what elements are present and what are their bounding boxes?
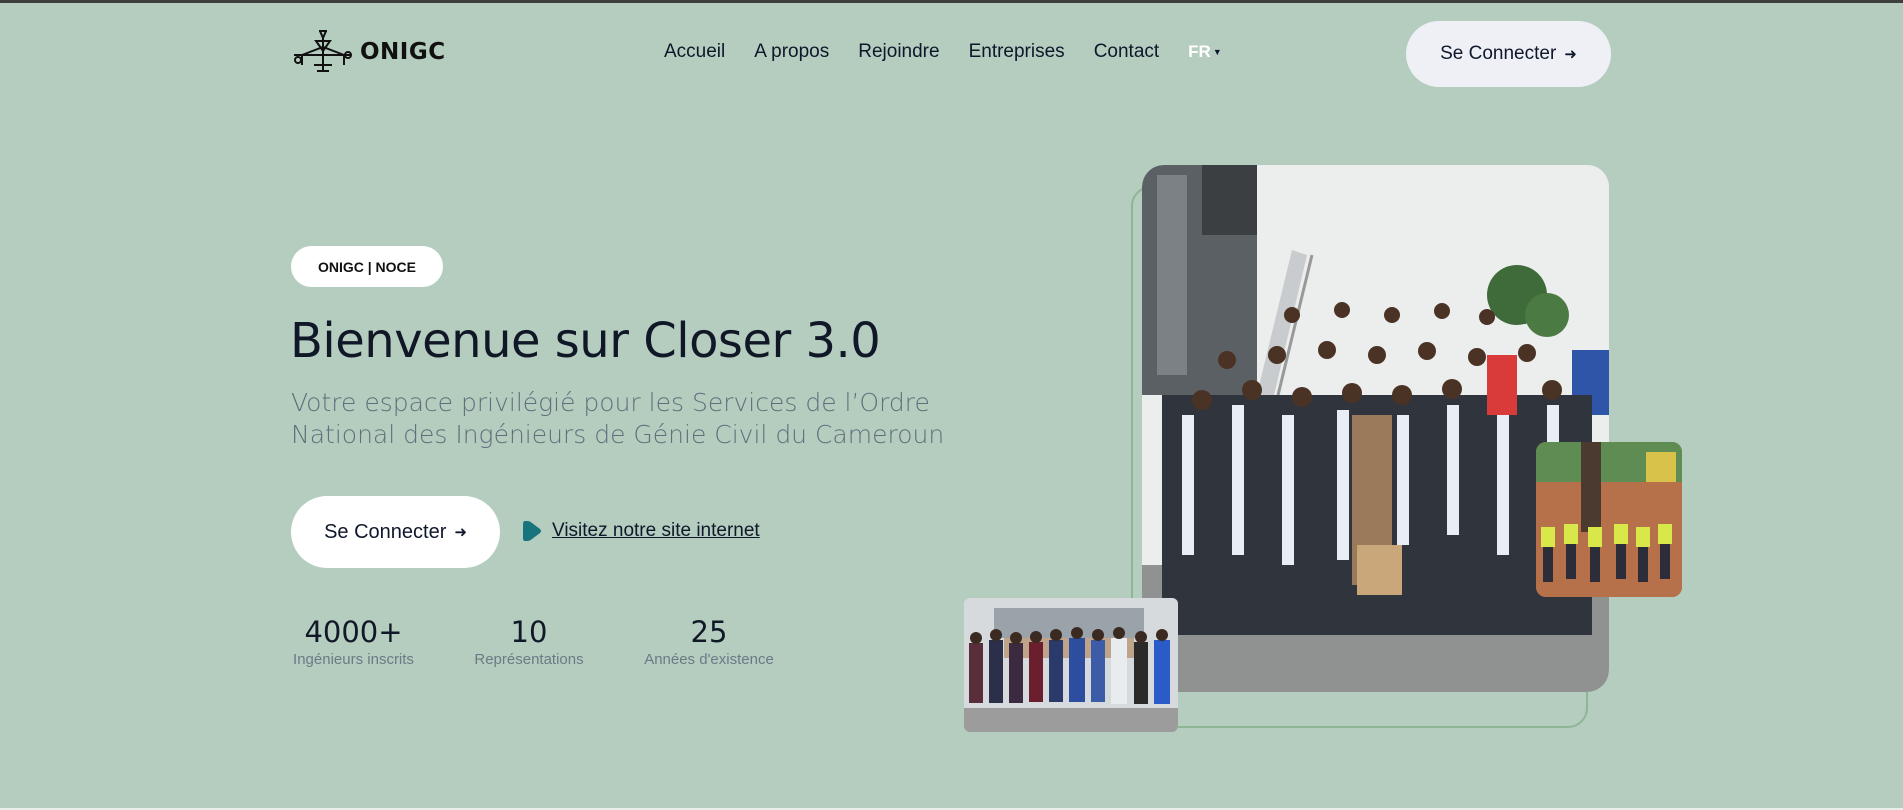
play-icon [523, 521, 541, 541]
caret-down-icon: ▼ [1212, 47, 1222, 57]
main-nav: Accueil A propos Rejoindre Entreprises C… [664, 41, 1222, 63]
hero-badge: ONIGC | NOCE [291, 246, 443, 287]
construction-photo-image [1536, 442, 1682, 597]
logo-text: ONIGC [360, 39, 446, 65]
hero-login-label: Se Connecter [324, 520, 447, 543]
stat-years: 25 Années d'existence [642, 615, 776, 668]
stat-label: Représentations [474, 651, 584, 668]
stat-representations: 10 Représentations [472, 615, 586, 668]
visit-website-link[interactable]: Visitez notre site internet [522, 519, 760, 543]
hero-login-button[interactable]: Se Connecter ➜ [291, 496, 500, 568]
stat-value: 25 [690, 615, 728, 649]
arrow-right-icon: ➜ [454, 524, 467, 541]
visit-website-label: Visitez notre site internet [552, 520, 760, 541]
nav-entreprises[interactable]: Entreprises [969, 41, 1065, 63]
stat-label: Ingénieurs inscrits [293, 651, 414, 668]
language-label: FR [1188, 42, 1211, 61]
delegation-photo [964, 598, 1178, 732]
stat-engineers: 4000+ Ingénieurs inscrits [290, 615, 417, 668]
construction-site-photo [1536, 442, 1682, 597]
stat-value: 4000+ [304, 615, 403, 649]
header-login-label: Se Connecter [1440, 43, 1557, 64]
arrow-right-icon: ➜ [1564, 46, 1577, 63]
site-header: ONIGC Accueil A propos Rejoindre Entrepr… [0, 3, 1903, 103]
nav-contact[interactable]: Contact [1094, 41, 1159, 63]
onigc-logo-icon [294, 30, 352, 72]
stat-label: Années d'existence [644, 651, 774, 668]
delegation-photo-image [964, 598, 1178, 732]
nav-accueil[interactable]: Accueil [664, 41, 725, 63]
stat-value: 10 [510, 615, 548, 649]
nav-a-propos[interactable]: A propos [754, 41, 829, 63]
header-login-button[interactable]: Se Connecter ➜ [1406, 21, 1611, 87]
hero-subtitle: Votre espace privilégié pour les Service… [291, 388, 945, 449]
group-photo-image [1142, 165, 1609, 692]
hero-title: Bienvenue sur Closer 3.0 [290, 313, 881, 369]
logo[interactable]: ONIGC [292, 29, 446, 75]
language-selector[interactable]: FR ▼ [1188, 42, 1222, 62]
nav-rejoindre[interactable]: Rejoindre [858, 41, 939, 63]
group-photo-main [1142, 165, 1609, 692]
